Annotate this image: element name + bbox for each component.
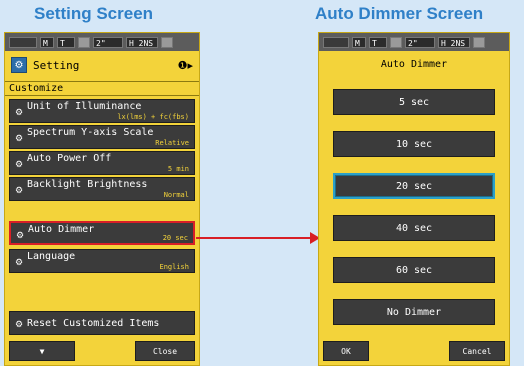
menu-item-spectrum-y-axis-scale[interactable]: ⚙ Spectrum Y-axis Scale Relative	[9, 125, 195, 149]
menu-item-label: Auto Dimmer	[28, 224, 95, 235]
auto-dimmer-footer: OK Cancel	[319, 337, 509, 365]
ok-button[interactable]: OK	[323, 341, 369, 361]
menu-item-value: 20 sec	[162, 234, 188, 242]
status-iso: H 2NS	[438, 36, 470, 48]
option-5-sec[interactable]: 5 sec	[333, 89, 495, 115]
gear-icon: ⚙	[15, 159, 24, 169]
status-t-value: T	[369, 36, 387, 48]
setting-screen: M T 2" H 2NS ⚙ Setting ❶▸ Customize ⚙ Un…	[4, 32, 200, 366]
gear-icon: ⚙	[15, 257, 24, 267]
menu-item-label: Backlight Brightness	[27, 179, 148, 190]
menu-item-backlight-brightness[interactable]: ⚙ Backlight Brightness Normal	[9, 177, 195, 201]
status-battery	[161, 36, 173, 48]
menu-item-label: Auto Power Off	[27, 153, 112, 164]
menu-item-language[interactable]: ⚙ Language English	[9, 249, 195, 273]
menu-item-label: Unit of Illuminance	[27, 101, 142, 112]
option-no-dimmer[interactable]: No Dimmer	[333, 299, 495, 325]
option-20-sec[interactable]: 20 sec	[333, 173, 495, 199]
setting-footer: ▼ Close	[5, 337, 199, 365]
gear-icon: ⚙	[15, 185, 24, 195]
page-title: Setting	[33, 58, 80, 72]
status-iso: H 2NS	[126, 36, 158, 48]
menu-item-auto-dimmer[interactable]: ⚙ Auto Dimmer 20 sec	[9, 221, 195, 245]
menu-item-auto-power-off[interactable]: ⚙ Auto Power Off 5 min	[9, 151, 195, 175]
gear-icon: ⚙	[15, 133, 24, 143]
status-shutter: 2"	[405, 36, 435, 48]
status-mode-value: M	[352, 36, 366, 48]
status-block	[390, 36, 402, 48]
option-60-sec[interactable]: 60 sec	[333, 257, 495, 283]
page-down-button[interactable]: ▼	[9, 341, 75, 361]
customize-section-label: Customize	[5, 81, 199, 96]
auto-dimmer-screen: M T 2" H 2NS Auto Dimmer 5 sec 10 sec 20…	[318, 32, 510, 366]
status-bar: M T 2" H 2NS	[5, 33, 199, 51]
status-t-value: T	[57, 36, 75, 48]
menu-item-label: Language	[27, 251, 76, 262]
status-mode	[323, 36, 349, 48]
gear-icon: ⚙	[15, 319, 24, 329]
page-title: Auto Dimmer	[380, 59, 448, 70]
option-40-sec[interactable]: 40 sec	[333, 215, 495, 241]
gear-icon: ⚙	[16, 230, 25, 240]
auto-dimmer-screen-caption: Auto Dimmer Screen	[315, 4, 484, 23]
menu-item-value: English	[159, 263, 189, 271]
reset-customized-items-button[interactable]: ⚙ Reset Customized Items	[9, 311, 195, 335]
option-10-sec[interactable]: 10 sec	[333, 131, 495, 157]
gear-icon: ⚙	[15, 107, 24, 117]
close-button[interactable]: Close	[135, 341, 195, 361]
cancel-button[interactable]: Cancel	[449, 341, 505, 361]
status-bar: M T 2" H 2NS	[319, 33, 509, 51]
menu-item-label: Spectrum Y-axis Scale	[27, 127, 154, 138]
status-mode	[9, 36, 37, 48]
status-mode-value: M	[40, 36, 54, 48]
menu-item-unit-of-illuminance[interactable]: ⚙ Unit of Illuminance lx(lms) + fc(fbs)	[9, 99, 195, 123]
setting-header: ⚙ Setting ❶▸	[5, 51, 199, 79]
status-block	[78, 36, 90, 48]
setting-icon: ⚙	[11, 57, 27, 73]
info-icon[interactable]: ❶▸	[178, 59, 193, 72]
status-shutter: 2"	[93, 36, 123, 48]
menu-item-value: lx(lms) + fc(fbs)	[117, 113, 189, 121]
setting-screen-caption: Setting Screen	[34, 4, 154, 23]
menu-item-value: Relative	[155, 139, 189, 147]
navigation-arrow	[196, 237, 312, 239]
reset-label: Reset Customized Items	[27, 318, 160, 329]
status-battery	[473, 36, 485, 48]
menu-item-value: 5 min	[167, 165, 189, 173]
menu-item-value: Normal	[163, 191, 189, 199]
